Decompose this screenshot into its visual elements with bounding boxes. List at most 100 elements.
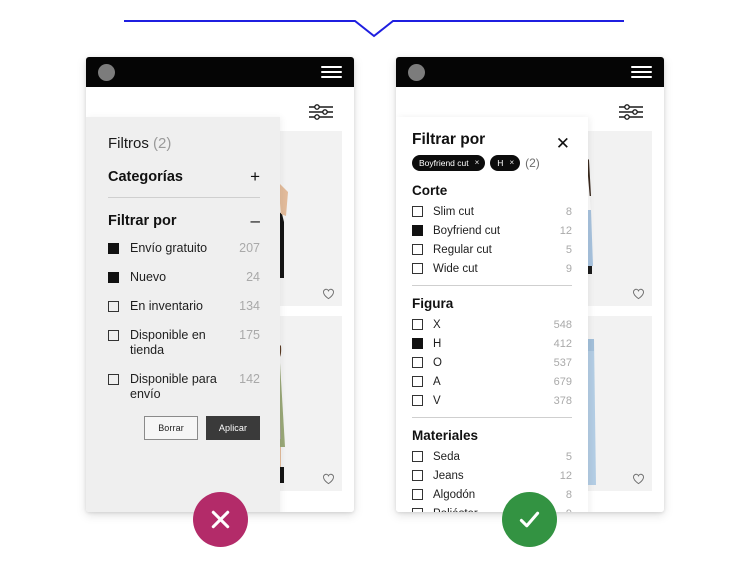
check-icon: [519, 511, 540, 528]
filter-option-label: En inventario: [130, 299, 203, 313]
divider: [412, 284, 572, 286]
filter-option-label: A: [433, 375, 441, 388]
checkbox-checked[interactable]: [412, 225, 423, 236]
filter-option-row[interactable]: Regular cut 5: [412, 243, 572, 257]
chip-remove-icon[interactable]: ×: [509, 158, 514, 167]
checkbox-unchecked[interactable]: [412, 357, 423, 368]
checkbox-unchecked[interactable]: [412, 489, 423, 500]
filter-option-row[interactable]: Boyfriend cut 12: [412, 224, 572, 238]
filter-group-title: Corte: [412, 182, 448, 198]
right-filter-panel: Filtrar por ✕ Boyfriend cut × H × (2) Corte…: [396, 117, 588, 512]
checkbox-checked[interactable]: [412, 338, 423, 349]
filter-option-row[interactable]: Jeans 12: [412, 469, 572, 483]
filter-option-row[interactable]: A 679: [412, 375, 572, 389]
filter-option-count: 537: [553, 356, 572, 369]
filter-option-row[interactable]: Envío gratuito 207: [108, 241, 260, 256]
filter-option-row[interactable]: Nuevo 24: [108, 270, 260, 285]
checkbox-unchecked[interactable]: [108, 330, 119, 341]
filter-slider-icon[interactable]: [308, 103, 334, 121]
checkbox-unchecked[interactable]: [412, 395, 423, 406]
filter-chip-label: Boyfriend cut: [419, 157, 469, 168]
checkbox-checked[interactable]: [108, 272, 119, 283]
filters-header: Filtros (2): [108, 135, 260, 152]
filter-option-count: 142: [239, 372, 260, 386]
filter-option-count: 5: [565, 450, 572, 463]
close-icon[interactable]: ✕: [556, 135, 570, 152]
filter-option-count: 378: [553, 394, 572, 407]
checkbox-unchecked[interactable]: [412, 206, 423, 217]
favorite-heart-icon[interactable]: [632, 472, 645, 485]
filter-option-label: V: [433, 394, 441, 407]
filter-option-count: 8: [565, 488, 572, 501]
active-filter-chips: Boyfriend cut × H × (2): [412, 155, 572, 171]
filter-group-title: Figura: [412, 295, 454, 311]
filter-option-row[interactable]: Seda 5: [412, 450, 572, 464]
filter-option-row[interactable]: V 378: [412, 394, 572, 408]
filter-option-count: 9: [565, 262, 572, 275]
phone-mockup-left: Filtros (2) Categorías + Filtrar por – E…: [86, 57, 354, 512]
filter-option-row[interactable]: Disponible para envío 142: [108, 372, 260, 402]
filter-by-section-toggle[interactable]: Filtrar por –: [108, 212, 260, 241]
filter-option-count: 24: [246, 270, 260, 284]
comparison-connector: [124, 20, 624, 38]
checkbox-unchecked[interactable]: [412, 263, 423, 274]
checkbox-unchecked[interactable]: [412, 319, 423, 330]
connector-path: [124, 20, 624, 38]
filter-option-label: Nuevo: [130, 270, 167, 284]
filter-by-label: Filtrar por: [108, 212, 177, 229]
categories-section-toggle[interactable]: Categorías +: [108, 168, 260, 197]
filters-count: (2): [153, 135, 172, 152]
checkbox-unchecked[interactable]: [412, 244, 423, 255]
chips-count: (2): [525, 155, 540, 170]
filter-option-count: 548: [553, 318, 572, 331]
filter-option-count: 134: [239, 299, 260, 313]
right-filter-groups: Corte Slim cut 8 Boyfriend cut 12 Regular cut…: [412, 182, 572, 512]
filter-option-label: Jeans: [433, 469, 464, 482]
filter-group-title: Materiales: [412, 427, 479, 443]
filter-option-row[interactable]: O 537: [412, 356, 572, 370]
favorite-heart-icon[interactable]: [632, 287, 645, 300]
filter-option-label: Envío gratuito: [130, 241, 208, 255]
checkbox-unchecked[interactable]: [108, 374, 119, 385]
filter-option-row[interactable]: Slim cut 8: [412, 205, 572, 219]
checkbox-unchecked[interactable]: [108, 301, 119, 312]
checkbox-unchecked[interactable]: [412, 470, 423, 481]
chip-remove-icon[interactable]: ×: [475, 158, 480, 167]
left-content-area: Filtros (2) Categorías + Filtrar por – E…: [86, 87, 354, 512]
right-panel-title-row: Filtrar por ✕: [412, 131, 572, 152]
filter-option-row[interactable]: H 412: [412, 337, 572, 351]
filter-option-count: 412: [553, 337, 572, 350]
left-filter-panel: Filtros (2) Categorías + Filtrar por – E…: [86, 117, 280, 512]
filter-option-count: 12: [559, 469, 572, 482]
filters-label: Filtros: [108, 135, 149, 152]
checkbox-unchecked[interactable]: [412, 376, 423, 387]
filter-chip[interactable]: Boyfriend cut ×: [412, 155, 486, 171]
filter-option-label: Regular cut: [433, 243, 492, 256]
left-filter-options: Envío gratuito 207 Nuevo 24 En inventario 134…: [108, 241, 260, 402]
favorite-heart-icon[interactable]: [322, 287, 335, 300]
filter-option-row[interactable]: Wide cut 9: [412, 262, 572, 276]
clear-button[interactable]: Borrar: [144, 416, 198, 440]
favorite-heart-icon[interactable]: [322, 472, 335, 485]
apply-button[interactable]: Aplicar: [206, 416, 260, 440]
plus-icon: +: [250, 167, 260, 186]
filter-option-count: 5: [565, 243, 572, 256]
hamburger-icon[interactable]: [631, 63, 652, 81]
filter-option-row[interactable]: En inventario 134: [108, 299, 260, 314]
filter-option-label: Wide cut: [433, 262, 478, 275]
checkbox-unchecked[interactable]: [412, 508, 423, 512]
checkbox-checked[interactable]: [108, 243, 119, 254]
filter-chip[interactable]: H ×: [490, 155, 521, 171]
filter-option-count: 679: [553, 375, 572, 388]
avatar: [408, 63, 425, 81]
hamburger-icon[interactable]: [321, 63, 342, 81]
categories-label: Categorías: [108, 168, 183, 185]
left-status-bar: [86, 57, 354, 87]
filter-option-count: 175: [239, 328, 260, 342]
filter-option-count: 8: [565, 205, 572, 218]
filter-slider-icon[interactable]: [618, 103, 644, 121]
filter-option-label: H: [433, 337, 442, 350]
filter-option-row[interactable]: X 548: [412, 318, 572, 332]
filter-option-row[interactable]: Disponible en tienda 175: [108, 328, 260, 358]
checkbox-unchecked[interactable]: [412, 451, 423, 462]
